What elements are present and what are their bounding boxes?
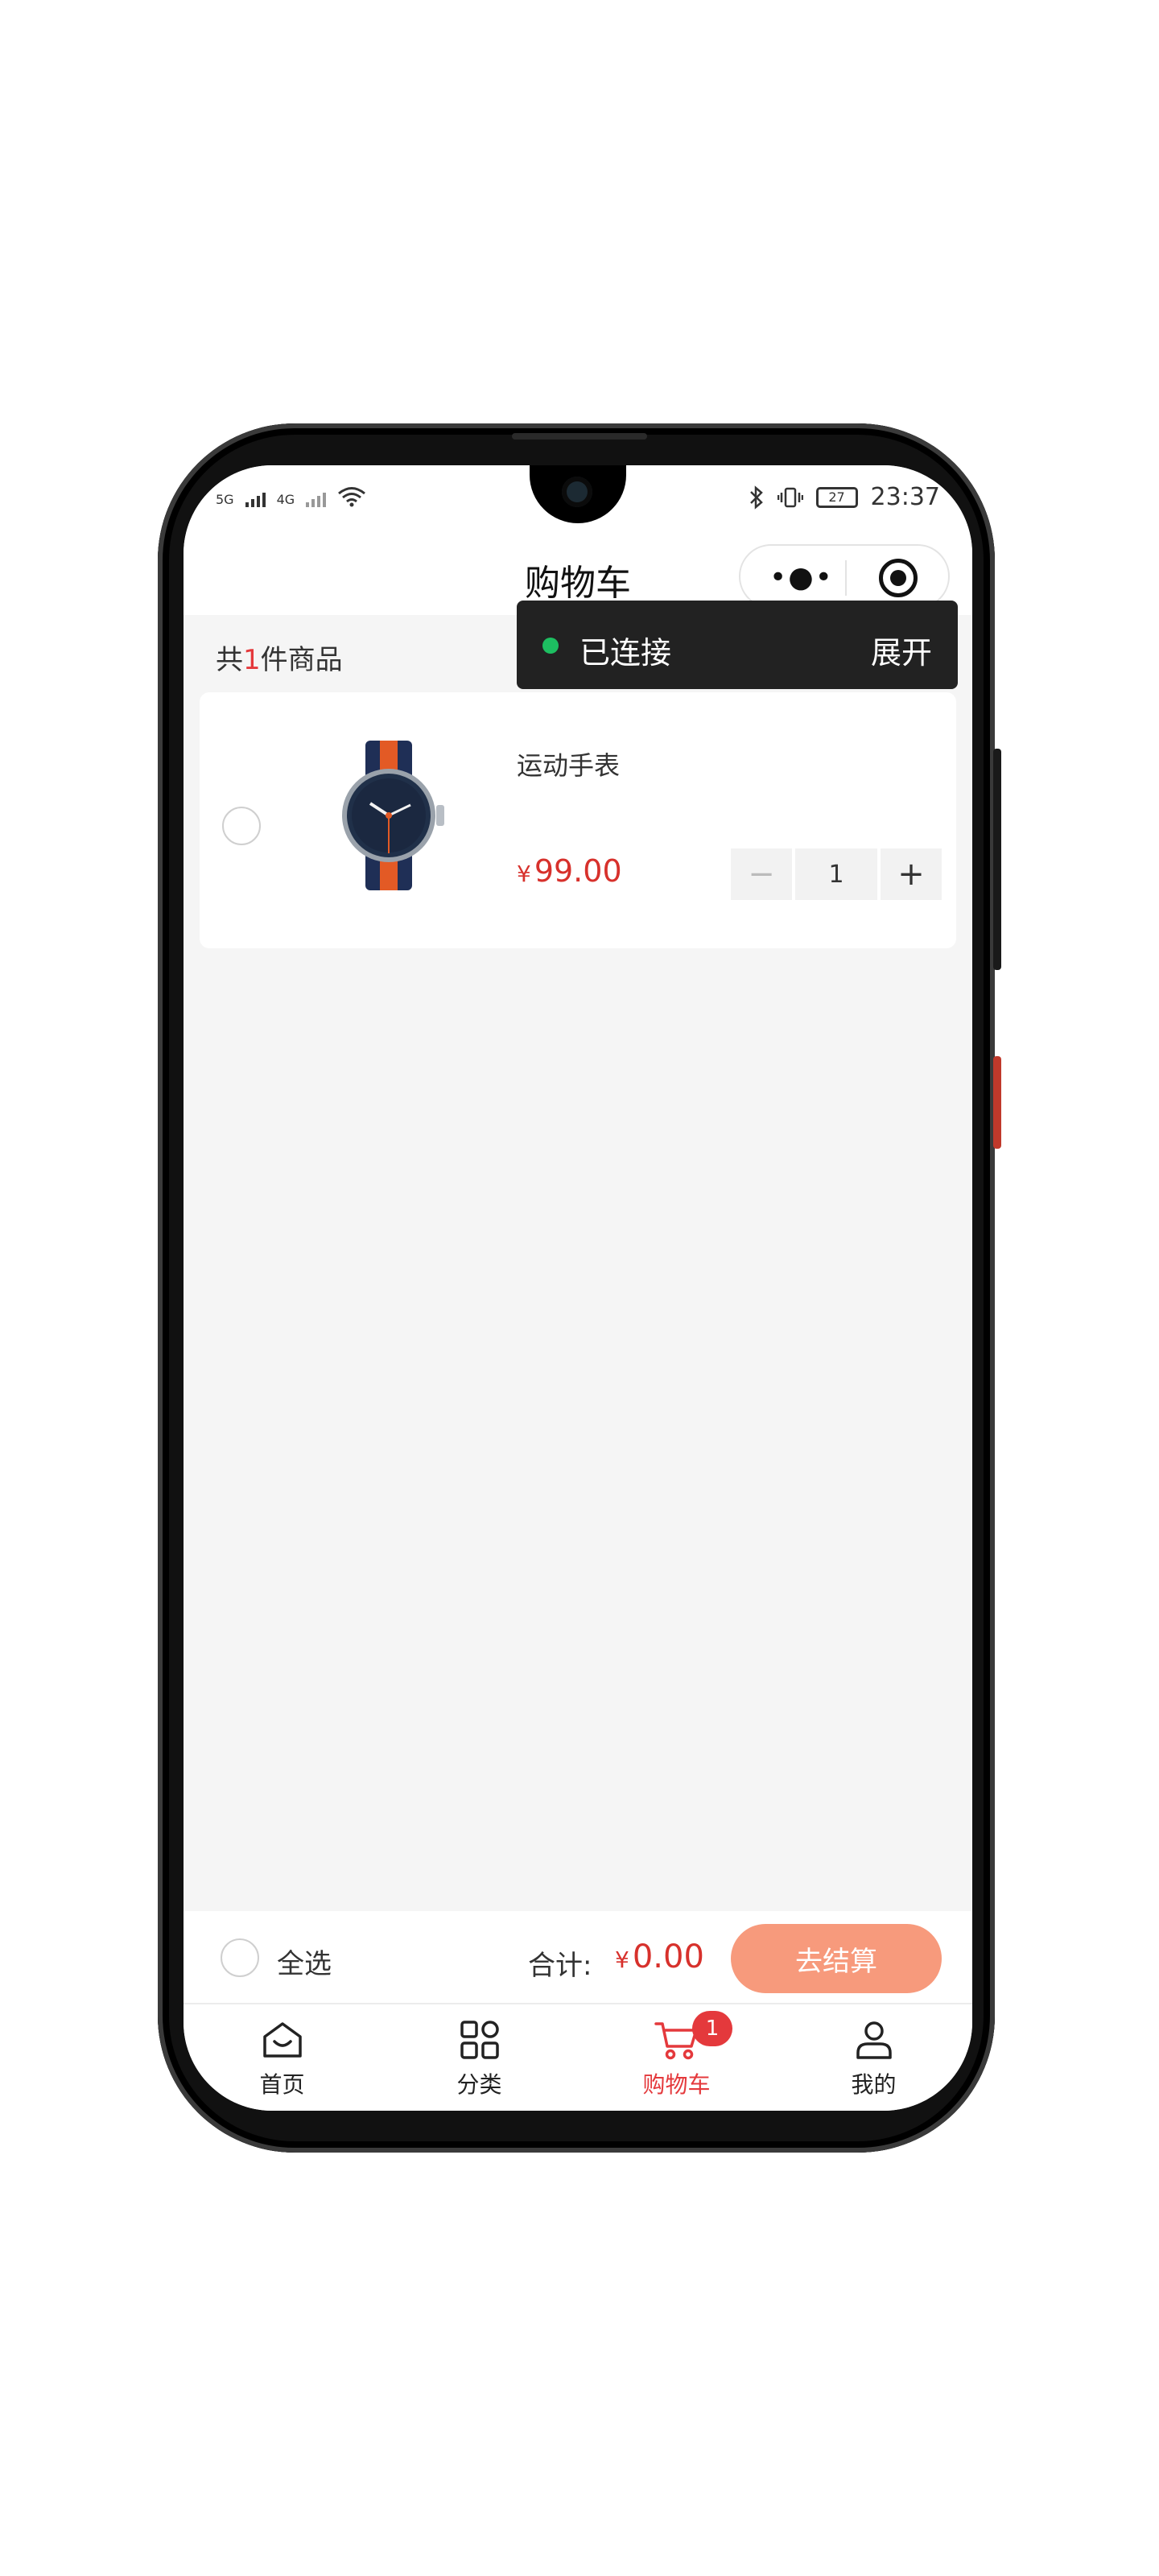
total-label: 合计: — [528, 1950, 592, 1982]
quantity-input[interactable]: 1 — [795, 848, 877, 900]
network-4g-label: 4G — [276, 492, 295, 507]
volume-button — [993, 749, 1001, 970]
network-5g-label: 5G — [216, 492, 234, 507]
select-all-label[interactable]: 全选 — [277, 1942, 332, 1981]
phone-speaker — [512, 433, 647, 440]
bluetooth-icon — [749, 485, 763, 510]
item-currency: ¥ — [517, 861, 531, 887]
tab-home-label: 首页 — [259, 2071, 305, 2098]
status-time: 23:37 — [870, 483, 940, 511]
cart-count-prefix: 共 — [216, 644, 243, 676]
item-price: ¥99.00 — [517, 853, 622, 889]
tab-mine[interactable]: 我的 — [775, 2004, 972, 2111]
quantity-stepper: − 1 + — [731, 848, 942, 900]
miniprogram-capsule: •●• — [739, 544, 950, 609]
cart-count-number: 1 — [243, 644, 261, 676]
item-select-checkbox[interactable] — [222, 807, 261, 845]
tab-mine-label: 我的 — [851, 2071, 897, 2098]
signal-icon-2 — [306, 493, 327, 507]
expand-button[interactable]: 展开 — [871, 628, 932, 672]
connected-dot-icon — [542, 638, 559, 654]
tab-bar: 首页 分类 1 购物车 我的 — [184, 2004, 972, 2111]
battery-icon: 27 — [815, 486, 858, 508]
vibrate-icon — [777, 487, 803, 507]
toast-label: 已连接 — [580, 635, 672, 671]
item-price-value: 99.00 — [534, 853, 622, 889]
tab-cart[interactable]: 1 购物车 — [578, 2004, 775, 2111]
phone-screen: 5G 4G 27 23:37 购物车 •●• 共1件商品 已连接 展开 运动手表… — [184, 465, 972, 2111]
tab-category-label: 分类 — [456, 2071, 502, 2098]
connection-toast: 已连接 展开 — [517, 601, 958, 689]
status-right: 27 23:37 — [749, 483, 940, 511]
total-value: ¥0.00 — [615, 1938, 704, 1975]
tab-cart-label: 购物车 — [642, 2071, 711, 2098]
cart-item: 运动手表 ¥99.00 − 1 + — [200, 692, 956, 948]
power-button — [993, 1056, 1001, 1149]
front-camera — [562, 477, 592, 507]
cart-count: 共1件商品 — [216, 638, 343, 677]
user-icon — [856, 2021, 892, 2059]
more-icon[interactable]: •●• — [769, 564, 834, 592]
cart-badge: 1 — [692, 2011, 732, 2046]
cart-count-suffix: 件商品 — [260, 644, 343, 676]
home-icon — [262, 2022, 302, 2058]
checkout-bar: 全选 合计: ¥0.00 去结算 — [184, 1911, 972, 2004]
increase-button[interactable]: + — [881, 848, 942, 900]
grid-icon — [460, 2021, 499, 2059]
wifi-icon — [338, 487, 366, 507]
select-all-checkbox[interactable] — [221, 1938, 259, 1977]
tab-home[interactable]: 首页 — [184, 2004, 381, 2111]
total-amount: 0.00 — [632, 1938, 704, 1975]
item-name[interactable]: 运动手表 — [517, 745, 620, 782]
tab-category[interactable]: 分类 — [381, 2004, 578, 2111]
total-currency: ¥ — [615, 1946, 629, 1973]
signal-icon — [245, 493, 266, 507]
capsule-divider — [845, 560, 847, 596]
watch-product-image — [342, 741, 444, 890]
decrease-button[interactable]: − — [731, 848, 792, 900]
checkout-button[interactable]: 去结算 — [731, 1924, 942, 1993]
status-left: 5G 4G — [216, 486, 366, 507]
close-target-icon[interactable] — [879, 559, 918, 597]
